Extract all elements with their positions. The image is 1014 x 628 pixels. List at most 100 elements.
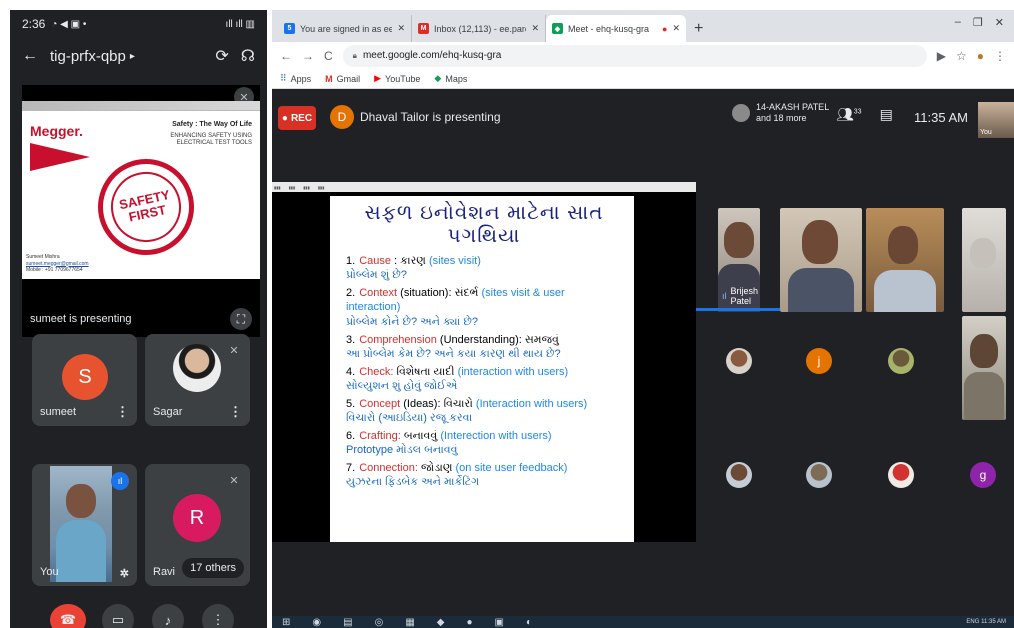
- participant-video[interactable]: [962, 208, 1006, 312]
- participant-tile-ravi[interactable]: ✕ R Ravi 17 others: [145, 464, 250, 586]
- avatar: [173, 344, 221, 392]
- menu-icon[interactable]: ⋮: [994, 49, 1006, 63]
- taskbar-app-icon[interactable]: ▣: [495, 617, 504, 628]
- participant-avatar[interactable]: [726, 462, 752, 488]
- participant-name: Sagar: [153, 406, 183, 418]
- person-silhouette: [802, 220, 838, 264]
- speaking-indicator-icon: ıl: [111, 472, 129, 490]
- mic-toggle-button[interactable]: ♪: [152, 604, 184, 628]
- forward-icon[interactable]: →: [302, 49, 314, 63]
- audio-output-icon[interactable]: ☊: [241, 46, 255, 66]
- slide-step: 4. Check: વિશેષતા યાદી (interaction with …: [346, 365, 622, 394]
- participant-tile-sumeet[interactable]: S sumeet ⋮: [32, 334, 137, 426]
- restore-icon[interactable]: ❐: [973, 16, 983, 29]
- participant-video[interactable]: [866, 208, 944, 312]
- rec-label: REC: [290, 112, 313, 124]
- participant-avatar[interactable]: [888, 462, 914, 488]
- tab-inbox[interactable]: M Inbox (12,113) - ee.paresh@adi ✕: [412, 15, 546, 42]
- step-number: 4.: [346, 365, 356, 378]
- taskbar-app-icon[interactable]: ▤: [343, 617, 352, 628]
- bookmark-maps[interactable]: ◆ Maps: [434, 73, 467, 84]
- bookmark-gmail[interactable]: M Gmail: [325, 74, 360, 84]
- participant-name: Ravi: [153, 566, 176, 578]
- participant-tile-sagar[interactable]: ✕ Sagar ⋮: [145, 334, 250, 426]
- presenting-label: sumeet is presenting: [30, 313, 132, 325]
- taskbar-app-icon[interactable]: ◐: [526, 617, 532, 628]
- more-options-icon[interactable]: ⋮: [116, 404, 129, 420]
- tab-signed-in[interactable]: 5 You are signed in as ee.paresh ✕: [278, 15, 412, 42]
- minimize-icon[interactable]: –: [955, 16, 961, 29]
- close-window-icon[interactable]: ✕: [995, 16, 1004, 29]
- participant-avatar[interactable]: [888, 348, 914, 374]
- profile-icon[interactable]: ●: [977, 49, 984, 63]
- person-silhouette: [888, 226, 918, 264]
- taskbar-app-icon[interactable]: ◆: [437, 617, 445, 628]
- camera-toggle-button[interactable]: ▭: [102, 604, 134, 628]
- step-heading: 5. Concept (Ideas): વિચારો (Interaction w…: [346, 397, 622, 411]
- recording-dot-icon: ●: [662, 23, 668, 34]
- participant-avatar[interactable]: j: [806, 348, 832, 374]
- step-term: Cause: [359, 255, 391, 267]
- taskbar-app-icon[interactable]: ▦: [405, 617, 414, 628]
- participants-summary[interactable]: 14-AKASH PATEL and 18 more: [732, 102, 829, 124]
- tab-meet[interactable]: ◆ Meet - ehq-kusq-gra ● ✕: [546, 15, 686, 42]
- end-call-button[interactable]: ☎: [50, 604, 86, 628]
- effects-icon[interactable]: ✲: [120, 567, 129, 580]
- step-hint: (on site user feedback): [452, 462, 568, 475]
- chevron-right-icon: ▸: [129, 50, 135, 62]
- participant-avatar[interactable]: g: [970, 462, 996, 488]
- back-arrow-icon[interactable]: ←: [22, 47, 38, 65]
- taskbar-app-icon[interactable]: ◎: [375, 617, 384, 628]
- meeting-code-dropdown[interactable]: tig-prfx-qbp ▸: [50, 48, 203, 65]
- new-tab-button[interactable]: +: [686, 15, 711, 42]
- back-icon[interactable]: ←: [280, 49, 292, 63]
- tab-title: Meet - ehq-kusq-gra: [568, 23, 650, 34]
- switch-camera-icon[interactable]: ⟳: [215, 46, 228, 66]
- presenter-contact: Sumeet Mishra sumeet.megger@gmail.com Mo…: [26, 254, 89, 273]
- step-gujarati: જોડાણ: [417, 462, 453, 475]
- bookmark-label: Apps: [290, 73, 312, 84]
- reload-icon[interactable]: C: [324, 49, 333, 63]
- self-view-thumbnail[interactable]: You: [978, 102, 1014, 138]
- speaking-icon: ıl: [722, 291, 727, 301]
- presenter-email: sumeet.megger@gmail.com: [26, 260, 89, 267]
- bookmark-apps[interactable]: ⠿ Apps: [280, 73, 311, 84]
- participant-avatar[interactable]: [726, 348, 752, 374]
- participant-video[interactable]: [962, 316, 1006, 420]
- step-heading: 6. Crafting: બનાવવું (Interection with us…: [346, 429, 622, 443]
- others-count-pill[interactable]: 17 others: [182, 558, 244, 578]
- step-gujarati: બનાવવું: [400, 430, 438, 442]
- more-options-button[interactable]: ⋮: [202, 604, 234, 628]
- bookmark-youtube[interactable]: ▶ YouTube: [374, 73, 420, 84]
- taskbar-app-icon[interactable]: ◉: [312, 617, 321, 628]
- slide-step: 2. Context (situation): સંદર્ભ (sites vis…: [346, 286, 622, 329]
- step-term: Comprehension: [359, 333, 437, 346]
- close-tab-icon[interactable]: ✕: [531, 23, 539, 34]
- bookmark-label: Gmail: [336, 73, 361, 84]
- slide-step: 5. Concept (Ideas): વિચારો (Interaction w…: [346, 397, 622, 426]
- star-icon[interactable]: ☆: [956, 49, 967, 63]
- taskbar-app-icon[interactable]: ●: [466, 617, 472, 628]
- step-number: 1.: [346, 255, 356, 267]
- chat-icon[interactable]: ▤: [880, 106, 893, 123]
- step-description: પ્રોબ્લેમ શું છે?: [346, 269, 407, 282]
- meeting-clock: 11:35 AM: [914, 110, 968, 125]
- bookmarks-bar: ⠿ Apps M Gmail ▶ YouTube ◆ Maps: [272, 69, 1014, 89]
- step-term: Check:: [359, 365, 394, 378]
- self-video-body: [56, 520, 106, 582]
- presentation-tile[interactable]: ✕ Megger. Safety : The Way Of Life ENHAN…: [22, 85, 260, 337]
- start-icon[interactable]: ⊞: [282, 617, 290, 628]
- close-tab-icon[interactable]: ✕: [672, 23, 680, 34]
- participant-tile-you[interactable]: ıl You ✲: [32, 464, 137, 586]
- participant-avatar[interactable]: [806, 462, 832, 488]
- more-options-icon[interactable]: ⋮: [229, 404, 242, 420]
- people-icon[interactable]: 👥︎33: [836, 106, 862, 123]
- close-tab-icon[interactable]: ✕: [397, 23, 405, 34]
- participant-video[interactable]: [780, 208, 862, 312]
- url-field[interactable]: 🔒︎ meet.google.com/ehq-kusq-gra: [342, 44, 927, 67]
- fullscreen-icon[interactable]: ⛶: [230, 308, 252, 330]
- step-description: Prototype મોડલ બનાવવું: [346, 444, 458, 457]
- gmail-icon: M: [325, 73, 333, 84]
- participant-video-brijesh[interactable]: ıl Brijesh Patel: [718, 208, 760, 312]
- camera-indicator-icon[interactable]: ▶: [937, 49, 946, 63]
